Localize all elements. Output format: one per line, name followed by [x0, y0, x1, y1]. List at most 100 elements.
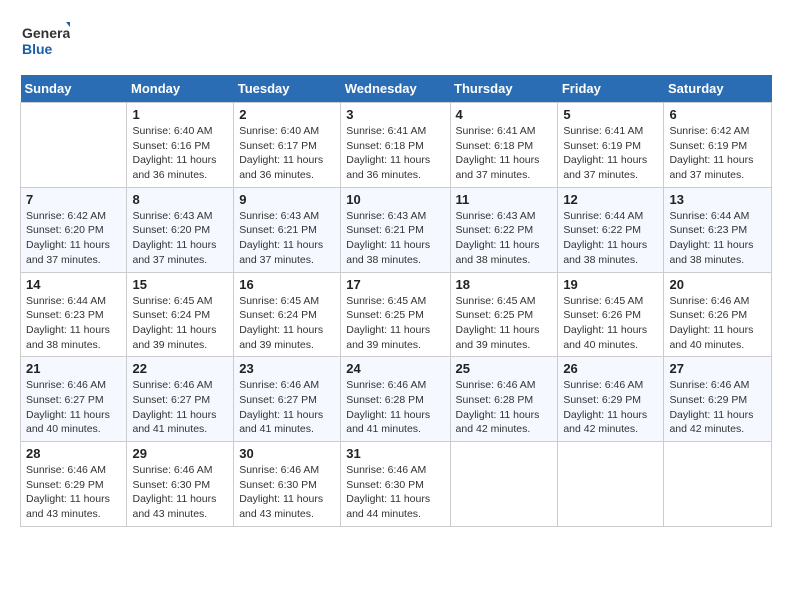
header-cell-wednesday: Wednesday	[341, 75, 450, 103]
calendar-cell: 14 Sunrise: 6:44 AM Sunset: 6:23 PM Dayl…	[21, 272, 127, 357]
day-number: 11	[456, 192, 553, 207]
day-number: 22	[132, 361, 228, 376]
day-info: Sunrise: 6:43 AM Sunset: 6:21 PM Dayligh…	[239, 209, 335, 268]
day-number: 23	[239, 361, 335, 376]
day-info: Sunrise: 6:45 AM Sunset: 6:25 PM Dayligh…	[346, 294, 444, 353]
daylight-text: Daylight: 11 hours and 42 minutes.	[669, 408, 766, 437]
sunrise-text: Sunrise: 6:45 AM	[239, 294, 335, 309]
calendar-cell	[21, 103, 127, 188]
day-number: 9	[239, 192, 335, 207]
day-info: Sunrise: 6:43 AM Sunset: 6:20 PM Dayligh…	[132, 209, 228, 268]
sunset-text: Sunset: 6:27 PM	[132, 393, 228, 408]
sunset-text: Sunset: 6:29 PM	[563, 393, 658, 408]
day-number: 1	[132, 107, 228, 122]
day-number: 18	[456, 277, 553, 292]
logo: General Blue	[20, 20, 70, 65]
calendar-cell: 12 Sunrise: 6:44 AM Sunset: 6:22 PM Dayl…	[558, 187, 664, 272]
sunset-text: Sunset: 6:23 PM	[26, 308, 121, 323]
sunrise-text: Sunrise: 6:46 AM	[563, 378, 658, 393]
day-info: Sunrise: 6:44 AM Sunset: 6:23 PM Dayligh…	[26, 294, 121, 353]
sunrise-text: Sunrise: 6:45 AM	[563, 294, 658, 309]
day-number: 19	[563, 277, 658, 292]
calendar-cell: 7 Sunrise: 6:42 AM Sunset: 6:20 PM Dayli…	[21, 187, 127, 272]
calendar-cell: 24 Sunrise: 6:46 AM Sunset: 6:28 PM Dayl…	[341, 357, 450, 442]
day-info: Sunrise: 6:45 AM Sunset: 6:24 PM Dayligh…	[132, 294, 228, 353]
daylight-text: Daylight: 11 hours and 37 minutes.	[456, 153, 553, 182]
day-number: 17	[346, 277, 444, 292]
day-info: Sunrise: 6:46 AM Sunset: 6:27 PM Dayligh…	[26, 378, 121, 437]
day-number: 12	[563, 192, 658, 207]
day-info: Sunrise: 6:45 AM Sunset: 6:26 PM Dayligh…	[563, 294, 658, 353]
sunrise-text: Sunrise: 6:40 AM	[239, 124, 335, 139]
daylight-text: Daylight: 11 hours and 36 minutes.	[239, 153, 335, 182]
sunset-text: Sunset: 6:24 PM	[132, 308, 228, 323]
calendar-cell: 23 Sunrise: 6:46 AM Sunset: 6:27 PM Dayl…	[234, 357, 341, 442]
daylight-text: Daylight: 11 hours and 37 minutes.	[132, 238, 228, 267]
daylight-text: Daylight: 11 hours and 41 minutes.	[346, 408, 444, 437]
header-row: SundayMondayTuesdayWednesdayThursdayFrid…	[21, 75, 772, 103]
day-info: Sunrise: 6:46 AM Sunset: 6:27 PM Dayligh…	[132, 378, 228, 437]
daylight-text: Daylight: 11 hours and 43 minutes.	[239, 492, 335, 521]
sunset-text: Sunset: 6:30 PM	[346, 478, 444, 493]
daylight-text: Daylight: 11 hours and 37 minutes.	[669, 153, 766, 182]
sunrise-text: Sunrise: 6:44 AM	[26, 294, 121, 309]
sunrise-text: Sunrise: 6:46 AM	[132, 463, 228, 478]
calendar-week-4: 21 Sunrise: 6:46 AM Sunset: 6:27 PM Dayl…	[21, 357, 772, 442]
logo-svg: General Blue	[20, 20, 70, 65]
sunset-text: Sunset: 6:16 PM	[132, 139, 228, 154]
sunset-text: Sunset: 6:21 PM	[346, 223, 444, 238]
day-info: Sunrise: 6:46 AM Sunset: 6:29 PM Dayligh…	[26, 463, 121, 522]
sunrise-text: Sunrise: 6:45 AM	[132, 294, 228, 309]
calendar-cell: 5 Sunrise: 6:41 AM Sunset: 6:19 PM Dayli…	[558, 103, 664, 188]
daylight-text: Daylight: 11 hours and 38 minutes.	[346, 238, 444, 267]
sunrise-text: Sunrise: 6:44 AM	[669, 209, 766, 224]
calendar-cell: 13 Sunrise: 6:44 AM Sunset: 6:23 PM Dayl…	[664, 187, 772, 272]
sunrise-text: Sunrise: 6:44 AM	[563, 209, 658, 224]
day-info: Sunrise: 6:46 AM Sunset: 6:28 PM Dayligh…	[456, 378, 553, 437]
sunset-text: Sunset: 6:21 PM	[239, 223, 335, 238]
day-number: 30	[239, 446, 335, 461]
day-info: Sunrise: 6:41 AM Sunset: 6:18 PM Dayligh…	[456, 124, 553, 183]
day-number: 5	[563, 107, 658, 122]
calendar-cell: 15 Sunrise: 6:45 AM Sunset: 6:24 PM Dayl…	[127, 272, 234, 357]
sunrise-text: Sunrise: 6:41 AM	[456, 124, 553, 139]
header-cell-friday: Friday	[558, 75, 664, 103]
day-number: 25	[456, 361, 553, 376]
day-info: Sunrise: 6:44 AM Sunset: 6:22 PM Dayligh…	[563, 209, 658, 268]
calendar-week-3: 14 Sunrise: 6:44 AM Sunset: 6:23 PM Dayl…	[21, 272, 772, 357]
sunset-text: Sunset: 6:26 PM	[563, 308, 658, 323]
calendar-cell: 30 Sunrise: 6:46 AM Sunset: 6:30 PM Dayl…	[234, 442, 341, 527]
sunset-text: Sunset: 6:27 PM	[26, 393, 121, 408]
calendar-cell	[664, 442, 772, 527]
day-number: 10	[346, 192, 444, 207]
day-info: Sunrise: 6:42 AM Sunset: 6:20 PM Dayligh…	[26, 209, 121, 268]
sunset-text: Sunset: 6:20 PM	[132, 223, 228, 238]
calendar-cell: 25 Sunrise: 6:46 AM Sunset: 6:28 PM Dayl…	[450, 357, 558, 442]
calendar-cell: 28 Sunrise: 6:46 AM Sunset: 6:29 PM Dayl…	[21, 442, 127, 527]
daylight-text: Daylight: 11 hours and 39 minutes.	[346, 323, 444, 352]
daylight-text: Daylight: 11 hours and 39 minutes.	[239, 323, 335, 352]
header-cell-tuesday: Tuesday	[234, 75, 341, 103]
calendar-cell: 22 Sunrise: 6:46 AM Sunset: 6:27 PM Dayl…	[127, 357, 234, 442]
sunrise-text: Sunrise: 6:46 AM	[346, 463, 444, 478]
sunrise-text: Sunrise: 6:46 AM	[239, 463, 335, 478]
sunrise-text: Sunrise: 6:46 AM	[346, 378, 444, 393]
calendar-cell: 19 Sunrise: 6:45 AM Sunset: 6:26 PM Dayl…	[558, 272, 664, 357]
sunset-text: Sunset: 6:25 PM	[456, 308, 553, 323]
calendar-cell: 29 Sunrise: 6:46 AM Sunset: 6:30 PM Dayl…	[127, 442, 234, 527]
daylight-text: Daylight: 11 hours and 43 minutes.	[26, 492, 121, 521]
daylight-text: Daylight: 11 hours and 42 minutes.	[456, 408, 553, 437]
daylight-text: Daylight: 11 hours and 38 minutes.	[26, 323, 121, 352]
daylight-text: Daylight: 11 hours and 38 minutes.	[669, 238, 766, 267]
daylight-text: Daylight: 11 hours and 40 minutes.	[26, 408, 121, 437]
day-info: Sunrise: 6:46 AM Sunset: 6:30 PM Dayligh…	[239, 463, 335, 522]
day-number: 7	[26, 192, 121, 207]
day-number: 27	[669, 361, 766, 376]
day-number: 4	[456, 107, 553, 122]
daylight-text: Daylight: 11 hours and 38 minutes.	[563, 238, 658, 267]
calendar-cell: 4 Sunrise: 6:41 AM Sunset: 6:18 PM Dayli…	[450, 103, 558, 188]
day-info: Sunrise: 6:45 AM Sunset: 6:24 PM Dayligh…	[239, 294, 335, 353]
day-info: Sunrise: 6:46 AM Sunset: 6:26 PM Dayligh…	[669, 294, 766, 353]
daylight-text: Daylight: 11 hours and 39 minutes.	[132, 323, 228, 352]
day-number: 14	[26, 277, 121, 292]
